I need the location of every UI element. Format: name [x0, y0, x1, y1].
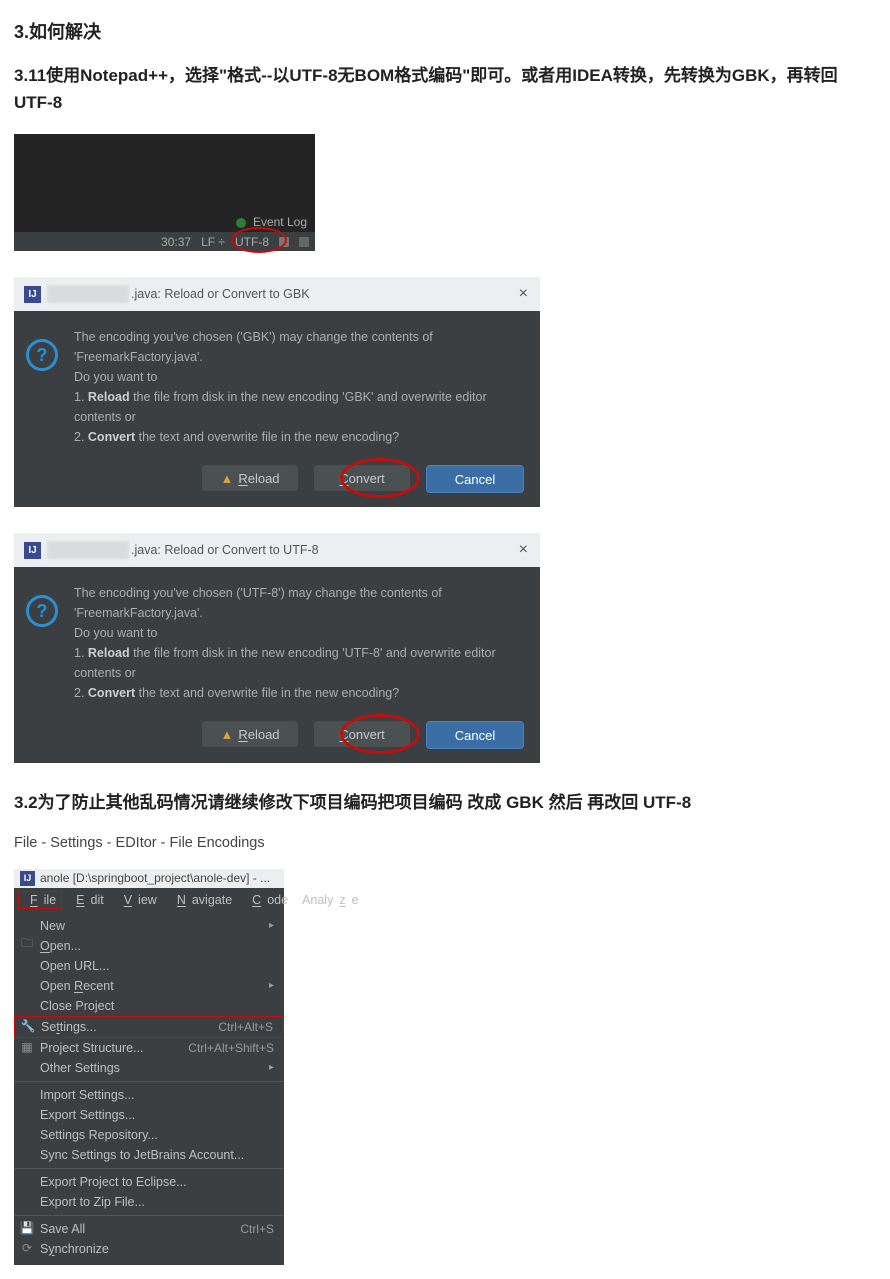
warning-icon: ▲ [220, 471, 233, 486]
cancel-button[interactable]: Cancel [426, 721, 524, 749]
menu-code[interactable]: Code [240, 891, 294, 909]
menu-item-settings[interactable]: 🔧 Settings... Ctrl+Alt+S [14, 1016, 284, 1038]
window-title: anole [D:\springboot_project\anole-dev] … [40, 871, 270, 885]
menu-item-new[interactable]: New▸ [14, 916, 284, 936]
intellij-icon: IJ [24, 542, 41, 559]
menu-item-save-all[interactable]: 💾 Save All Ctrl+S [14, 1219, 284, 1239]
structure-icon: ▦ [20, 1040, 34, 1054]
warning-icon: ▲ [220, 727, 233, 742]
folder-icon: 🗀 [20, 938, 34, 952]
cancel-button[interactable]: Cancel [426, 465, 524, 493]
convert-button[interactable]: Convert [314, 721, 410, 747]
dialog-title: .java: Reload or Convert to GBK [131, 287, 310, 301]
menu-item-open[interactable]: 🗀 Open... [14, 936, 284, 956]
msg-line2: 1. Reload the file from disk in the new … [74, 387, 524, 427]
msg-line3: 2. Convert the text and overwrite file i… [74, 683, 524, 703]
msg-line2: 1. Reload the file from disk in the new … [74, 643, 524, 683]
menu-separator [14, 1168, 284, 1169]
menu-file[interactable]: File [18, 891, 62, 909]
submenu-arrow-icon: ▸ [269, 1062, 274, 1073]
menu-item-open-recent[interactable]: Open Recent▸ [14, 976, 284, 996]
menu-item-other-settings[interactable]: Other Settings▸ [14, 1058, 284, 1078]
dialog-message: The encoding you've chosen ('UTF-8') may… [74, 583, 524, 703]
intellij-icon: IJ [20, 871, 35, 886]
submenu-arrow-icon: ▸ [269, 920, 274, 931]
window-titlebar: IJ anole [D:\springboot_project\anole-de… [14, 869, 284, 888]
msg-line1b: Do you want to [74, 623, 524, 643]
file-menu-dropdown: New▸ 🗀 Open... Open URL... Open Recent▸ … [14, 912, 284, 1265]
menu-view[interactable]: View [112, 891, 163, 909]
heading-311: 3.11使用Notepad++，选择"格式--以UTF-8无BOM格式编码"即可… [14, 62, 876, 116]
heading-32: 3.2为了防止其他乱码情况请继续修改下项目编码把项目编码 改成 GBK 然后 再… [14, 789, 876, 816]
submenu-arrow-icon: ▸ [269, 980, 274, 991]
save-icon: 💾 [20, 1221, 34, 1235]
file-menu-screenshot: IJ anole [D:\springboot_project\anole-de… [14, 869, 284, 1265]
msg-line1: The encoding you've chosen ('GBK') may c… [74, 327, 524, 367]
shortcut: Ctrl+Alt+Shift+S [188, 1041, 274, 1055]
close-icon[interactable]: × [519, 285, 528, 303]
sync-icon: ⟳ [20, 1241, 34, 1255]
shortcut: Ctrl+S [240, 1222, 274, 1236]
menu-item-project-structure[interactable]: ▦ Project Structure... Ctrl+Alt+Shift+S [14, 1038, 284, 1058]
menu-item-export-eclipse[interactable]: Export Project to Eclipse... [14, 1172, 284, 1192]
blurred-filename [47, 285, 129, 303]
menubar: File Edit View Navigate Code Analyze [14, 888, 284, 912]
heading-3: 3.如何解决 [14, 18, 876, 44]
reload-button[interactable]: ▲ Reload [202, 465, 298, 491]
menu-item-open-url[interactable]: Open URL... [14, 956, 284, 976]
msg-line1: The encoding you've chosen ('UTF-8') may… [74, 583, 524, 623]
question-icon: ? [26, 595, 58, 627]
menu-item-export-zip[interactable]: Export to Zip File... [14, 1192, 284, 1212]
menu-separator [14, 1081, 284, 1082]
intellij-icon: IJ [24, 286, 41, 303]
blurred-filename [47, 541, 129, 559]
msg-line3: 2. Convert the text and overwrite file i… [74, 427, 524, 447]
ide-statusbar-screenshot: Event Log 30:37 LF ÷ UTF-8 [14, 134, 315, 251]
wrench-icon: 🔧 [21, 1019, 35, 1033]
menu-analyze[interactable]: Analyze [296, 891, 364, 909]
settings-path: File - Settings - EDItor - File Encoding… [14, 835, 876, 851]
menu-item-close-project[interactable]: Close Project [14, 996, 284, 1016]
dialog-titlebar: IJ .java: Reload or Convert to GBK × [14, 277, 540, 311]
msg-line1b: Do you want to [74, 367, 524, 387]
dialog-titlebar: IJ .java: Reload or Convert to UTF-8 × [14, 533, 540, 567]
inspection-icon [299, 237, 309, 247]
question-icon: ? [26, 339, 58, 371]
menu-navigate[interactable]: Navigate [165, 891, 238, 909]
menu-item-settings-repository[interactable]: Settings Repository... [14, 1125, 284, 1145]
notification-dot-icon [236, 218, 246, 228]
line-separator: LF ÷ [201, 235, 225, 249]
dialog-message: The encoding you've chosen ('GBK') may c… [74, 327, 524, 447]
dialog-title: .java: Reload or Convert to UTF-8 [131, 543, 319, 557]
menu-item-import-settings[interactable]: Import Settings... [14, 1085, 284, 1105]
menu-item-sync-jetbrains[interactable]: Sync Settings to JetBrains Account... [14, 1145, 284, 1165]
menu-separator [14, 1215, 284, 1216]
convert-utf8-dialog: IJ .java: Reload or Convert to UTF-8 × ?… [14, 533, 540, 763]
caret-position: 30:37 [161, 235, 191, 249]
menu-item-synchronize[interactable]: ⟳ Synchronize [14, 1239, 284, 1259]
menu-item-export-settings[interactable]: Export Settings... [14, 1105, 284, 1125]
shortcut: Ctrl+Alt+S [218, 1020, 273, 1034]
reload-button[interactable]: ▲ Reload [202, 721, 298, 747]
convert-gbk-dialog: IJ .java: Reload or Convert to GBK × ? T… [14, 277, 540, 507]
menu-edit[interactable]: Edit [64, 891, 110, 909]
close-icon[interactable]: × [519, 541, 528, 559]
convert-button[interactable]: Convert [314, 465, 410, 491]
